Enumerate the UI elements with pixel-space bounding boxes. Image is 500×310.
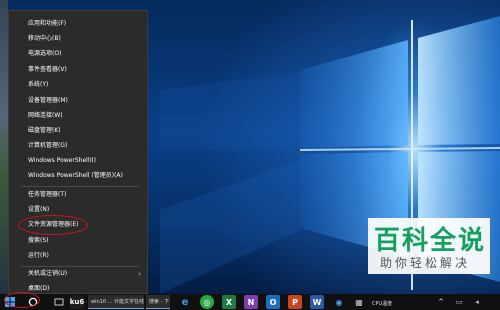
menu-item-label: 电源选项(O) [28, 50, 62, 57]
app-icon: ◎ [203, 297, 211, 307]
edge-icon: e [181, 296, 189, 308]
menu-item-shutdown-signout[interactable]: 关机或注销(U) › [9, 267, 147, 281]
taskbar-word[interactable]: W [310, 295, 324, 309]
menu-item-disk-management[interactable]: 磁盘管理(K) [9, 124, 147, 138]
task-view-icon [54, 298, 64, 306]
taskbar-edge[interactable]: e [178, 295, 192, 309]
annotation-circle-start [4, 292, 40, 308]
menu-item-label: 任务管理器(T) [28, 191, 67, 198]
taskbar-task-label: 搜索 - 下 [149, 299, 169, 305]
menu-item-label: 磁盘管理(K) [28, 127, 61, 134]
task-view-button[interactable] [52, 295, 66, 309]
taskbar-powerpoint[interactable]: P [288, 295, 302, 309]
menu-item-powershell-admin[interactable]: Windows PowerShell (管理员)(A) [9, 169, 147, 183]
taskbar-app-grid[interactable]: ▦ [352, 295, 366, 309]
menu-item-task-manager[interactable]: 任务管理器(T) [9, 188, 147, 202]
menu-item-label: Windows PowerShell(I) [28, 157, 96, 164]
menu-item-label: 运行(R) [28, 252, 49, 259]
taskbar-task-browser[interactable]: win10 ... 计能文字在线 [88, 295, 144, 309]
chevron-right-icon: › [138, 270, 141, 278]
taskbar-app-green[interactable]: ◎ [200, 295, 214, 309]
menu-item-search[interactable]: 搜索(S) [9, 234, 147, 248]
taskbar-task-label: win10 ... 计能文字在线 [91, 299, 144, 305]
menu-item-mobility-center[interactable]: 移动中心(B) [9, 32, 147, 46]
cpu-temp-label: CPU温度 [372, 301, 393, 307]
taskbar-outlook[interactable]: O [266, 295, 280, 309]
menu-item-settings[interactable]: 设置(N) [9, 203, 147, 217]
menu-item-label: 计算机管理(G) [28, 142, 68, 149]
menu-item-device-manager[interactable]: 设备管理器(M) [9, 94, 147, 108]
excel-icon: X [225, 297, 233, 307]
menu-item-run[interactable]: 运行(R) [9, 249, 147, 263]
menu-item-network-connections[interactable]: 网络连接(W) [9, 109, 147, 123]
menu-item-label: 设备管理器(M) [28, 97, 68, 104]
watermark-subtitle: 助你轻松解决 [380, 256, 471, 270]
powerpoint-icon: P [292, 297, 298, 307]
annotation-circle-file-explorer [18, 215, 88, 235]
tray-volume[interactable]: ◂ [470, 295, 484, 309]
volume-icon: ◂ [475, 298, 479, 306]
taskbar-onenote[interactable]: N [244, 295, 258, 309]
tray-chevron[interactable]: ^ [434, 295, 448, 309]
menu-item-label: 搜索(S) [28, 237, 49, 244]
outlook-icon: O [269, 297, 277, 307]
taskbar-app-ku6[interactable]: ku6 [70, 295, 84, 309]
menu-item-label: 网络连接(W) [28, 112, 63, 119]
onenote-icon: N [247, 297, 255, 307]
taskbar-app-blue[interactable]: ◉ [332, 295, 346, 309]
menu-item-label: 关机或注销(U) [28, 270, 68, 277]
menu-item-system[interactable]: 系统(Y) [9, 78, 147, 92]
taskbar: ku6 win10 ... 计能文字在线 搜索 - 下 e ◎ X N O P … [0, 294, 500, 310]
menu-item-event-viewer[interactable]: 事件查看器(V) [9, 63, 147, 77]
menu-item-apps-features[interactable]: 应用和功能(F) [9, 17, 147, 31]
desktop-icon-strip [0, 0, 8, 294]
menu-item-powershell[interactable]: Windows PowerShell(I) [9, 154, 147, 168]
menu-item-label: 事件查看器(V) [28, 66, 67, 73]
taskbar-excel[interactable]: X [222, 295, 236, 309]
tray-network[interactable]: ▭ [452, 295, 466, 309]
menu-item-label: 系统(Y) [28, 81, 49, 88]
menu-item-label: Windows PowerShell (管理员)(A) [28, 172, 123, 179]
chevron-up-icon: ^ [438, 298, 444, 306]
watermark-title: 百科全说 [374, 226, 487, 256]
network-icon: ▭ [455, 298, 463, 306]
menu-separator [21, 186, 139, 187]
menu-item-label: 移动中心(B) [28, 35, 61, 42]
menu-item-power-options[interactable]: 电源选项(O) [9, 47, 147, 61]
menu-item-computer-management[interactable]: 计算机管理(G) [9, 139, 147, 153]
watermark-baike: 百科全说 助你轻松解决 [368, 218, 490, 274]
taskbar-task-search[interactable]: 搜索 - 下 [146, 295, 170, 309]
winx-context-menu: 应用和功能(F) 移动中心(B) 电源选项(O) 事件查看器(V) 系统(Y) … [8, 10, 148, 294]
word-icon: W [312, 297, 322, 307]
ku6-icon: ku6 [69, 298, 85, 306]
app-icon: ◉ [335, 297, 343, 307]
menu-item-label: 应用和功能(F) [28, 20, 67, 27]
grid-icon: ▦ [355, 297, 363, 307]
